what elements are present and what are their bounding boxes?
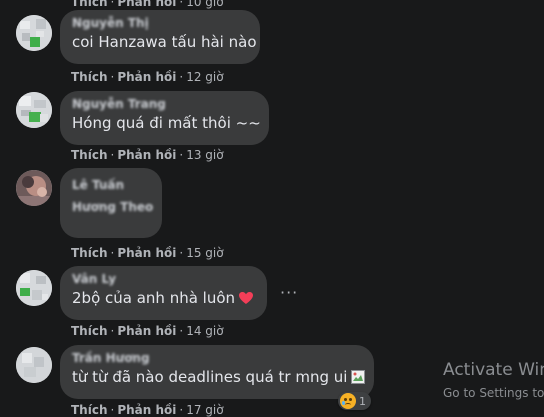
comment-time: 17 giờ <box>186 403 224 417</box>
comment-bubble: Vân Ly 2bộ của anh nhà luôn <box>60 266 267 320</box>
more-options-button[interactable]: ··· <box>280 283 298 302</box>
avatar[interactable] <box>16 92 52 128</box>
comment-bubble: Nguyễn Thị coi Hanzawa tấu hài nào <box>60 10 260 64</box>
comment-text: từ từ đã nào deadlines quá tr mng ui <box>72 368 348 386</box>
like-link[interactable]: Thích <box>71 148 108 162</box>
comment-bubble: Trần Hương từ từ đã nào deadlines quá tr… <box>60 345 374 399</box>
like-link[interactable]: Thích <box>71 70 108 84</box>
reply-link[interactable]: Phản hồi <box>117 324 176 338</box>
comment-actions: Thích · Phản hồi · 17 giờ <box>71 403 224 417</box>
comment-text: 2bộ của anh nhà luôn <box>72 289 236 307</box>
comment-time: 12 giờ <box>186 70 224 84</box>
comment-text-row: từ từ đã nào deadlines quá tr mng ui <box>72 367 366 387</box>
heart-icon <box>239 292 254 304</box>
avatar-placeholder-icon <box>16 347 52 383</box>
top-partial-actions: Thích · Phản hồi · 10 giờ <box>71 0 224 9</box>
activate-windows-subtitle: Go to Settings to activate Windows. <box>443 386 544 400</box>
avatar-placeholder-icon <box>16 92 52 128</box>
comment-bubble: Lê Tuấn Hương Theo <box>60 168 162 238</box>
like-link[interactable]: Thích <box>71 0 108 9</box>
reply-link[interactable]: Phản hồi <box>117 70 176 84</box>
avatar-placeholder-icon <box>16 15 52 51</box>
comment-time: 15 giờ <box>186 246 224 260</box>
commenter-name[interactable]: Nguyễn Thị <box>72 16 248 30</box>
comment-actions: Thích · Phản hồi · 15 giờ <box>71 246 224 260</box>
reaction-count: 1 <box>359 394 366 408</box>
comment-time: 14 giờ <box>186 324 224 338</box>
avatar-photo-icon <box>16 170 52 206</box>
comment-text: coi Hanzawa tấu hài nào <box>72 33 257 51</box>
avatar[interactable] <box>16 270 52 306</box>
tagged-user[interactable]: Hương Theo <box>72 200 153 214</box>
comment-actions: Thích · Phản hồi · 12 giờ <box>71 70 224 84</box>
reply-link[interactable]: Phản hồi <box>117 403 176 417</box>
commenter-name[interactable]: Vân Ly <box>72 272 255 286</box>
commenter-name[interactable]: Lê Tuấn <box>72 178 150 192</box>
avatar[interactable] <box>16 347 52 383</box>
like-link[interactable]: Thích <box>71 403 108 417</box>
comment-text-row: 2bộ của anh nhà luôn <box>72 288 255 308</box>
comments-panel: Thích · Phản hồi · 10 giờ Nguyễn Thị coi Han… <box>0 0 544 417</box>
avatar[interactable] <box>16 15 52 51</box>
reply-link[interactable]: Phản hồi <box>117 148 176 162</box>
reply-link[interactable]: Phản hồi <box>117 0 176 9</box>
commenter-name[interactable]: Nguyễn Trang <box>72 97 257 111</box>
reply-link[interactable]: Phản hồi <box>117 246 176 260</box>
comment-time: 13 giờ <box>186 148 224 162</box>
comment-actions: Thích · Phản hồi · 14 giờ <box>71 324 224 338</box>
broken-image-icon <box>351 370 366 384</box>
comment-time: 10 giờ <box>186 0 224 9</box>
activate-windows-title: Activate Windows <box>443 360 544 380</box>
avatar[interactable] <box>16 170 52 206</box>
sad-face-icon <box>340 393 356 409</box>
commenter-name[interactable]: Trần Hương <box>72 351 362 365</box>
comment-text: Hóng quá đi mất thôi ~~ <box>72 114 261 132</box>
avatar-placeholder-icon <box>16 270 52 306</box>
comment-actions: Thích · Phản hồi · 13 giờ <box>71 148 224 162</box>
comment-bubble: Nguyễn Trang Hóng quá đi mất thôi ~~ <box>60 91 269 145</box>
like-link[interactable]: Thích <box>71 246 108 260</box>
reaction-summary[interactable]: 1 <box>338 392 371 410</box>
like-link[interactable]: Thích <box>71 324 108 338</box>
